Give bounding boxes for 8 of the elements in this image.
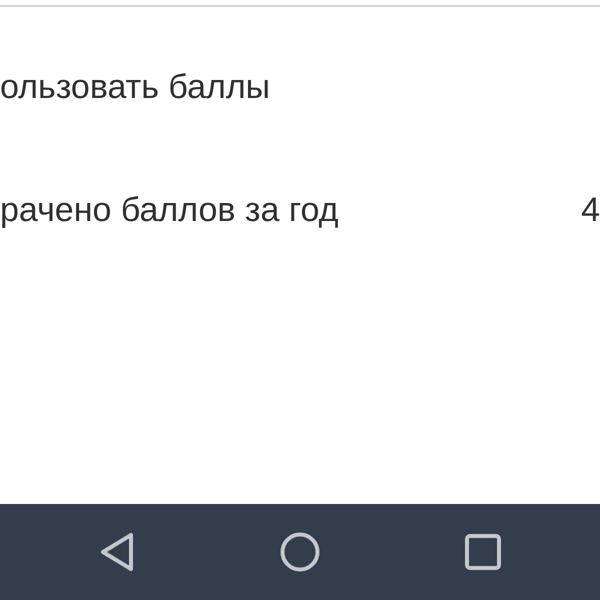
row-label: рачено баллов за год — [0, 192, 339, 228]
row-value: 4 — [581, 192, 600, 228]
home-icon — [280, 532, 320, 572]
recent-apps-button[interactable] — [463, 532, 503, 572]
back-icon — [100, 532, 134, 572]
row-label: ользовать баллы — [0, 69, 270, 105]
recent-apps-icon — [465, 534, 501, 570]
home-button[interactable] — [280, 532, 320, 572]
